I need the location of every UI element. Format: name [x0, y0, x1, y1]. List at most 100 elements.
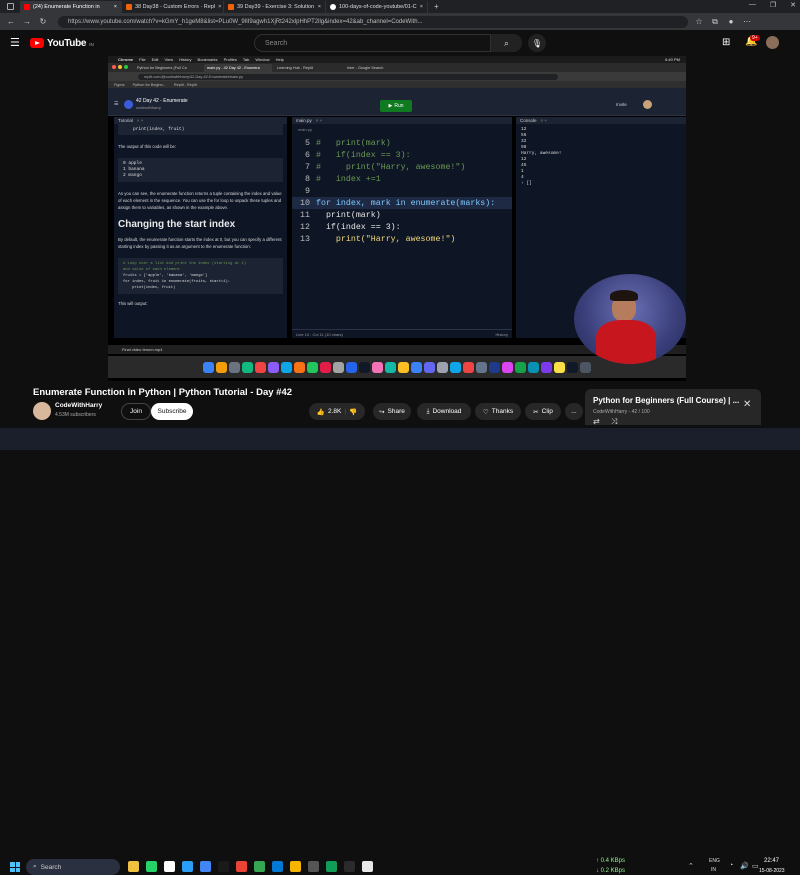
store-icon[interactable] [254, 861, 265, 872]
shuffle-icon[interactable]: ⤨ [611, 417, 617, 427]
dislike-icon[interactable]: 👎 [349, 408, 357, 416]
github-favicon-icon [330, 3, 336, 10]
chrome-icon[interactable] [200, 861, 211, 872]
dock-app-icon [489, 361, 500, 373]
url-text: https://www.youtube.com/watch?v=kGmY_h1g… [68, 18, 423, 25]
profile-icon[interactable]: ● [726, 17, 736, 26]
mac-tab: Learning Hub - Replit [277, 65, 313, 70]
close-tab-icon[interactable]: × [114, 4, 117, 10]
download-button[interactable]: ⤓ Download [417, 403, 471, 420]
close-playlist-icon[interactable]: ✕ [743, 399, 751, 410]
vscode-icon[interactable] [272, 861, 283, 872]
forward-icon[interactable]: → [22, 17, 32, 26]
more-options-icon[interactable]: ⋯ [742, 17, 752, 26]
dock-app-icon [372, 361, 383, 373]
join-button[interactable]: Join [121, 403, 151, 420]
code-text: if(index == 3): [316, 222, 401, 232]
back-icon[interactable]: ← [6, 17, 16, 26]
like-button[interactable]: 👍 2.8K [317, 408, 341, 416]
code-line: 10 for index, mark in enumerate(marks): [292, 197, 512, 209]
dock-app-icon [242, 361, 253, 373]
app-icon[interactable] [344, 861, 355, 872]
browser-tab-day38[interactable]: 38 Day38 - Custom Errors · Repl × [122, 0, 224, 13]
clip-button[interactable]: ✂ Clip [525, 403, 561, 420]
teams-icon[interactable] [182, 861, 193, 872]
star-icon[interactable]: ☆ [694, 17, 704, 26]
more-actions-button[interactable]: ... [565, 403, 583, 420]
language-indicator[interactable]: ENG [709, 858, 720, 864]
browser-tab-day39[interactable]: 39 Day39 - Exercise 3: Solution × [224, 0, 326, 13]
clip-label: Clip [541, 408, 553, 415]
settings-icon[interactable] [308, 861, 319, 872]
dock-app-icon [437, 361, 448, 373]
windows-start-icon[interactable] [10, 862, 20, 872]
hamburger-menu-icon[interactable]: ☰ [10, 36, 20, 49]
app-icon[interactable] [362, 861, 373, 872]
loop-icon[interactable]: ⇄ [593, 417, 600, 426]
close-window-icon[interactable]: ✕ [790, 1, 796, 9]
logo-country: IN [89, 41, 94, 47]
line-number: 12 [300, 222, 310, 232]
thanks-button[interactable]: ♡ Thanks [475, 403, 521, 420]
search-input[interactable]: Search [254, 34, 522, 52]
mac-chrome-tabs: Python for Beginners (Full Co main.py - … [108, 63, 686, 72]
close-tab-icon[interactable]: × [218, 4, 221, 10]
minimize-icon[interactable]: — [749, 1, 756, 9]
volume-icon[interactable]: 🔊 [740, 862, 749, 870]
browser-tab-github[interactable]: 100-days-of-code-youtube/01-C × [326, 0, 428, 13]
video-icon[interactable] [164, 861, 175, 872]
tab-label: (24) Enumerate Function in [33, 3, 100, 10]
mac-menu-bar: Chrome File Edit View History Bookmarks … [108, 56, 686, 63]
invite-label: Invite [616, 102, 627, 107]
youtube-app-icon[interactable] [236, 861, 247, 872]
extensions-icon[interactable]: ⧉ [710, 17, 720, 27]
channel-name[interactable]: CodeWithHarry [55, 402, 102, 409]
close-tab-icon[interactable]: × [318, 4, 321, 10]
whatsapp-icon[interactable] [146, 861, 157, 872]
network-upload-speed: ↑ 0.4 KBps [596, 858, 626, 864]
dock-app-icon [411, 361, 422, 373]
video-player[interactable]: Chrome File Edit View History Bookmarks … [108, 56, 686, 381]
file-explorer-icon[interactable] [128, 861, 139, 872]
tray-chevron-icon[interactable]: ⌃ [688, 862, 694, 870]
dock-app-icon [528, 361, 539, 373]
history-label: History [495, 331, 508, 337]
terminal-icon[interactable] [218, 861, 229, 872]
url-field[interactable]: https://www.youtube.com/watch?v=kGmY_h1g… [58, 15, 688, 28]
reload-icon[interactable]: ↻ [38, 17, 48, 26]
account-avatar[interactable] [766, 36, 779, 49]
logo-text: YouTube [47, 37, 87, 49]
channel-avatar[interactable] [33, 402, 51, 420]
folder-icon[interactable] [290, 861, 301, 872]
share-button[interactable]: ↪ Share [373, 403, 411, 420]
close-tab-icon[interactable]: × [420, 4, 423, 10]
voice-search-button[interactable]: 🎙 [528, 34, 546, 52]
taskbar-search-input[interactable]: ⌕ Search [26, 859, 120, 875]
browser-menu-icon[interactable] [0, 3, 20, 10]
like-dislike-group: 👍 2.8K | 👎 [309, 403, 365, 420]
new-tab-icon[interactable]: + [434, 2, 439, 11]
subscribe-button[interactable]: Subscribe [151, 403, 193, 420]
join-label: Join [130, 408, 142, 415]
search-icon: ⌕ [33, 863, 37, 870]
mac-menu-item: Window [255, 57, 270, 62]
taskbar-clock[interactable]: 22:47 [764, 858, 779, 864]
maximize-icon[interactable]: ❐ [770, 1, 776, 9]
traffic-lights-icon [112, 65, 128, 69]
network-download-speed: ↓ 0.2 KBps [596, 868, 626, 874]
app-icon[interactable] [326, 861, 337, 872]
presenter-webcam [574, 274, 686, 364]
sidebar-toggle-icon: ☰ [114, 101, 119, 107]
dock-app-icon [580, 361, 591, 373]
search-button[interactable]: ⌕ [490, 34, 522, 52]
tutorial-paragraph: The output of this code will be: [118, 144, 177, 149]
editor-status-bar: Line 10 : Col 11 (10 chars) History [292, 329, 512, 338]
wifi-icon[interactable]: ◔ [729, 862, 733, 869]
youtube-logo[interactable]: YouTube IN [30, 38, 94, 49]
code-line: 8 # index +=1 [292, 173, 512, 185]
create-video-icon[interactable]: ⊞ [722, 37, 730, 48]
battery-icon[interactable]: ▭ [752, 862, 759, 870]
line-number: 9 [305, 186, 310, 196]
browser-tab-youtube[interactable]: (24) Enumerate Function in × [20, 0, 122, 13]
playlist-title[interactable]: Python for Beginners (Full Course) | ... [593, 396, 739, 405]
